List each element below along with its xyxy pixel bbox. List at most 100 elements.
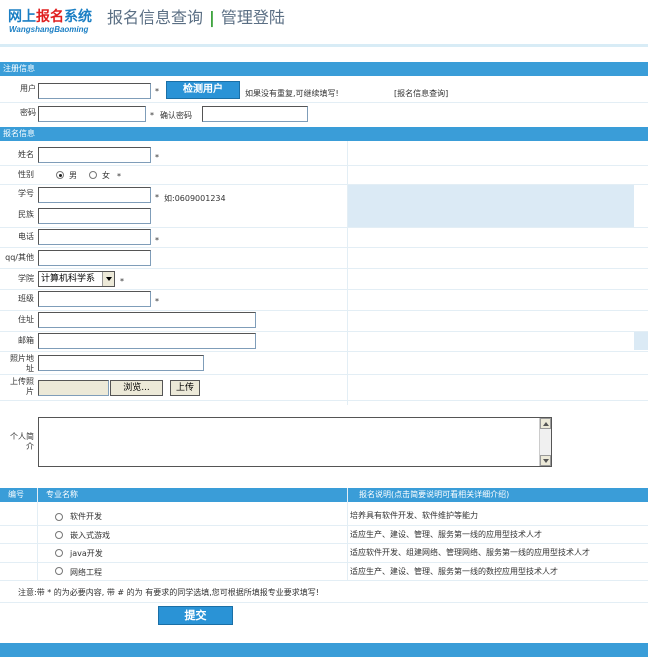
college-select[interactable]: 计算机科学系 xyxy=(38,271,115,287)
gender-male-radio[interactable] xyxy=(56,171,64,179)
major-radio[interactable] xyxy=(55,549,63,557)
major-radio[interactable] xyxy=(55,513,63,521)
major-radio[interactable] xyxy=(55,567,63,575)
scroll-down-icon[interactable] xyxy=(540,455,551,466)
divider xyxy=(0,374,648,375)
major-name: java开发 xyxy=(70,549,103,558)
gender-female-label: 女 xyxy=(102,171,110,180)
major-description[interactable]: 适应生产、建设、管理、服务第一线的数控应用型技术人才 xyxy=(350,566,558,578)
file-path-field[interactable] xyxy=(38,380,109,396)
divider xyxy=(0,580,648,581)
col-name-header: 专业名称 xyxy=(46,490,78,499)
name-field[interactable] xyxy=(38,147,151,163)
textarea-scrollbar[interactable] xyxy=(539,418,551,466)
password-field[interactable] xyxy=(38,106,146,122)
upload-photo-label: 上传照 片 xyxy=(2,377,34,397)
nav-query-link[interactable]: 报名信息查询 xyxy=(107,8,203,27)
class-field[interactable] xyxy=(38,291,151,307)
check-user-button[interactable]: 检测用户 xyxy=(166,81,240,99)
intro-label: 个人简 介 xyxy=(2,432,34,452)
major-name: 嵌入式游戏 xyxy=(70,531,110,540)
user-label: 用户 xyxy=(20,84,36,93)
divider xyxy=(0,184,648,185)
major-name: 网络工程 xyxy=(70,568,102,577)
gender-female-radio[interactable] xyxy=(89,171,97,179)
divider xyxy=(0,227,648,228)
confirm-password-field[interactable] xyxy=(202,106,308,122)
intro-label-line1: 个人简 xyxy=(10,432,34,441)
ethnicity-field[interactable] xyxy=(38,208,151,224)
upload-photo-label-line1: 上传照 xyxy=(10,377,34,386)
signup-query-link[interactable]: [报名信息查询] xyxy=(394,88,448,99)
major-description[interactable]: 适应生产、建设、管理、服务第一线的应用型技术人才 xyxy=(350,529,542,541)
major-description[interactable]: 培养具有软件开发、软件维护等能力 xyxy=(350,510,478,522)
divider xyxy=(0,102,648,103)
chevron-down-icon[interactable] xyxy=(102,272,114,286)
required-star: * xyxy=(155,153,159,162)
duplicate-hint: 如果没有重复,可继续填写! xyxy=(245,89,339,98)
divider xyxy=(0,602,648,603)
divider xyxy=(0,289,648,290)
college-selected-value: 计算机科学系 xyxy=(41,274,96,284)
intro-label-line2: 介 xyxy=(26,442,34,451)
required-star: * xyxy=(155,236,159,245)
shade-strip xyxy=(634,332,648,350)
major-radio[interactable] xyxy=(55,531,63,539)
divider xyxy=(0,351,648,352)
divider xyxy=(0,562,648,563)
address-field[interactable] xyxy=(38,312,256,328)
major-name: 软件开发 xyxy=(70,512,102,521)
divider xyxy=(0,525,648,526)
required-star: * xyxy=(155,87,159,96)
email-label: 邮箱 xyxy=(18,336,34,345)
browse-button[interactable]: 浏览... xyxy=(110,380,163,396)
divider xyxy=(0,331,648,332)
photo-address-label-line2: 址 xyxy=(26,364,34,373)
photo-address-label-line1: 照片地 xyxy=(10,354,34,363)
logo-text-c: 系统 xyxy=(64,9,92,25)
photo-address-field[interactable] xyxy=(38,355,204,371)
photo-preview-area xyxy=(348,185,634,227)
site-logo[interactable]: 网上报名系统 xyxy=(8,6,92,26)
required-star: * xyxy=(120,277,124,286)
required-star: * xyxy=(155,193,159,202)
divider xyxy=(0,247,648,248)
major-description[interactable]: 适应软件开发、组建网络、管理网络、服务第一线的应用型技术人才 xyxy=(350,547,590,559)
divider xyxy=(0,310,648,311)
ethnicity-label: 民族 xyxy=(18,210,34,219)
register-section-title: 注册信息 xyxy=(0,62,648,76)
gender-male-label: 男 xyxy=(69,171,77,180)
divider xyxy=(0,165,648,166)
column-divider xyxy=(347,141,348,405)
upload-photo-label-line2: 片 xyxy=(26,387,34,396)
photo-address-label: 照片地 址 xyxy=(2,354,34,374)
required-star: * xyxy=(155,297,159,306)
email-field[interactable] xyxy=(38,333,256,349)
gender-label: 性别 xyxy=(18,170,34,179)
scroll-up-icon[interactable] xyxy=(540,418,551,429)
upload-button[interactable]: 上传 xyxy=(170,380,200,396)
phone-field[interactable] xyxy=(38,229,151,245)
nav-admin-link[interactable]: 管理登陆 xyxy=(221,8,285,27)
qq-field[interactable] xyxy=(38,250,151,266)
divider xyxy=(0,268,648,269)
col-id-header: 编号 xyxy=(8,490,24,499)
password-label: 密码 xyxy=(20,108,36,117)
student-id-field[interactable] xyxy=(38,187,151,203)
logo-subtitle: WangshangBaoming xyxy=(9,25,89,34)
required-star: * xyxy=(117,172,121,181)
username-field[interactable] xyxy=(38,83,151,99)
intro-textarea[interactable] xyxy=(38,417,552,467)
college-label: 学院 xyxy=(18,274,34,283)
logo-text-a: 网上 xyxy=(8,9,36,25)
divider xyxy=(0,400,648,401)
address-label: 住址 xyxy=(18,315,34,324)
column-divider xyxy=(37,488,38,580)
col-desc-header[interactable]: 报名说明(点击简要说明可看相关详细介绍) xyxy=(359,488,509,502)
logo-text-b: 报名 xyxy=(36,9,64,25)
phone-label: 电话 xyxy=(18,232,34,241)
page-footer xyxy=(0,643,648,657)
form-note: 注意:带 * 的为必要内容, 带 # 的为 有要求的同学选填,您可根据所填报专业… xyxy=(18,588,319,597)
header-divider xyxy=(0,44,648,47)
submit-button[interactable]: 提交 xyxy=(158,606,233,625)
